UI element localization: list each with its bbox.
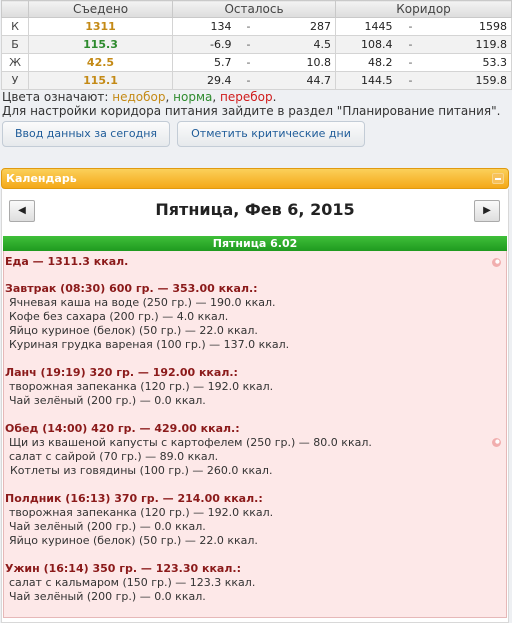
remaining-min: 134 — [172, 17, 236, 36]
color-legend: Цвета означают: недобор, норма, перебор. — [2, 90, 276, 104]
col-header-remaining: Осталось — [171, 0, 337, 18]
range-dash: - — [396, 35, 425, 54]
enter-today-button[interactable]: Ввод данных за сегодня — [2, 121, 170, 147]
calendar-date-title: Пятница, Фев 6, 2015 — [155, 200, 355, 219]
remaining-min: 29.4 — [172, 71, 236, 90]
decoration-swirl-icon — [492, 258, 501, 267]
meal-item: Ячневая каша на воде (250 гр.) — 190.0 к… — [9, 296, 276, 309]
legend-prefix: Цвета означают: — [2, 90, 109, 104]
corridor-min: 108.4 — [335, 35, 397, 54]
table-row: Б 115.3 -6.9 - 4.5 108.4 - 119.8 — [1, 35, 512, 54]
legend-over: перебор — [220, 90, 273, 104]
col-header-eaten: Съедено — [28, 0, 173, 18]
meal-title: Обед (14:00) 420 гр. — 429.00 ккал.: — [5, 422, 240, 435]
meal-title: Завтрак (08:30) 600 гр. — 353.00 ккал.: — [5, 282, 258, 295]
remaining-max: 287 — [261, 17, 337, 36]
meal-item: Яйцо куриное (белок) (50 гр.) — 22.0 кка… — [9, 534, 258, 547]
meal-item: Чай зелёный (200 гр.) — 0.0 ккал. — [9, 590, 206, 603]
meal-item: салат с сайрой (70 гр.) — 89.0 ккал. — [9, 450, 219, 463]
row-letter: Б — [1, 35, 29, 54]
corridor-max: 119.8 — [424, 35, 512, 54]
meal-item: Чай зелёный (200 гр.) — 0.0 ккал. — [9, 520, 206, 533]
row-letter: Ж — [1, 53, 29, 72]
range-dash: - — [396, 71, 425, 90]
remaining-max: 10.8 — [261, 53, 337, 72]
meal-item: творожная запеканка (120 гр.) — 192.0 кк… — [9, 380, 274, 393]
eaten-value: 115.1 — [28, 71, 173, 90]
eaten-value: 1311 — [28, 17, 173, 36]
calendar-header[interactable]: Календарь — [1, 168, 509, 189]
arrow-left-icon: ◀ — [18, 205, 26, 216]
col-header-empty — [1, 0, 29, 18]
corridor-hint: Для настройки коридора питания зайдите в… — [2, 104, 501, 118]
meal-item: Кофе без сахара (200 гр.) — 4.0 ккал. — [9, 310, 229, 323]
prev-day-button[interactable]: ◀ — [9, 200, 35, 222]
range-dash: - — [235, 17, 262, 36]
remaining-min: 5.7 — [172, 53, 236, 72]
remaining-max: 44.7 — [261, 71, 337, 90]
table-row: К 1311 134 - 287 1445 - 1598 — [1, 17, 512, 36]
legend-sep: , — [212, 90, 217, 104]
remaining-min: -6.9 — [172, 35, 236, 54]
corridor-max: 1598 — [424, 17, 512, 36]
legend-norm: норма — [173, 90, 213, 104]
range-dash: - — [235, 53, 262, 72]
meal-item: Яйцо куриное (белок) (50 гр.) — 22.0 кка… — [9, 324, 258, 337]
range-dash: - — [396, 53, 425, 72]
eaten-value: 115.3 — [28, 35, 173, 54]
meal-title: Ланч (19:19) 320 гр. — 192.00 ккал.: — [5, 366, 238, 379]
arrow-right-icon: ▶ — [483, 205, 491, 216]
calendar-title: Календарь — [6, 172, 77, 185]
nutrition-summary: Съедено Осталось Коридор К 1311 134 - 28… — [0, 0, 512, 90]
row-letter: У — [1, 71, 29, 90]
meal-title: Ужин (16:14) 350 гр. — 123.30 ккал.: — [5, 562, 241, 575]
meal-title: Полдник (16:13) 370 гр. — 214.00 ккал.: — [5, 492, 263, 505]
meal-item: Куриная грудка вареная (100 гр.) — 137.0… — [9, 338, 290, 351]
row-letter: К — [1, 17, 29, 36]
food-total: Еда — 1311.3 ккал. — [5, 255, 129, 268]
table-row: У 115.1 29.4 - 44.7 144.5 - 159.8 — [1, 71, 512, 90]
table-row: Ж 42.5 5.7 - 10.8 48.2 - 53.3 — [1, 53, 512, 72]
nutrition-table: Съедено Осталось Коридор К 1311 134 - 28… — [1, 0, 512, 90]
meal-item: Щи из квашеной капусты с картофелем (250… — [9, 436, 372, 449]
range-dash: - — [235, 71, 262, 90]
meal-item: салат с кальмаром (150 гр.) — 123.3 ккал… — [9, 576, 256, 589]
legend-under: недобор — [112, 90, 166, 104]
meal-item: Котлеты из говядины (100 гр.) — 260.0 кк… — [10, 464, 273, 477]
meal-item: Чай зелёный (200 гр.) — 0.0 ккал. — [9, 394, 206, 407]
range-dash: - — [235, 35, 262, 54]
mark-critical-days-button[interactable]: Отметить критические дни — [177, 121, 365, 147]
corridor-min: 1445 — [335, 17, 397, 36]
next-day-button[interactable]: ▶ — [474, 200, 500, 222]
range-dash: - — [396, 17, 425, 36]
remaining-max: 4.5 — [261, 35, 337, 54]
legend-sep: , — [165, 90, 170, 104]
corridor-max: 159.8 — [424, 71, 512, 90]
corridor-max: 53.3 — [424, 53, 512, 72]
day-label-bar: Пятница 6.02 — [3, 236, 507, 251]
corridor-min: 144.5 — [335, 71, 397, 90]
col-header-corridor: Коридор — [335, 0, 512, 18]
legend-end: . — [272, 90, 277, 104]
meal-item: творожная запеканка (120 гр.) — 192.0 кк… — [9, 506, 274, 519]
decoration-swirl-icon — [492, 438, 501, 447]
minimize-icon[interactable] — [492, 173, 504, 184]
corridor-min: 48.2 — [335, 53, 397, 72]
eaten-value: 42.5 — [28, 53, 173, 72]
